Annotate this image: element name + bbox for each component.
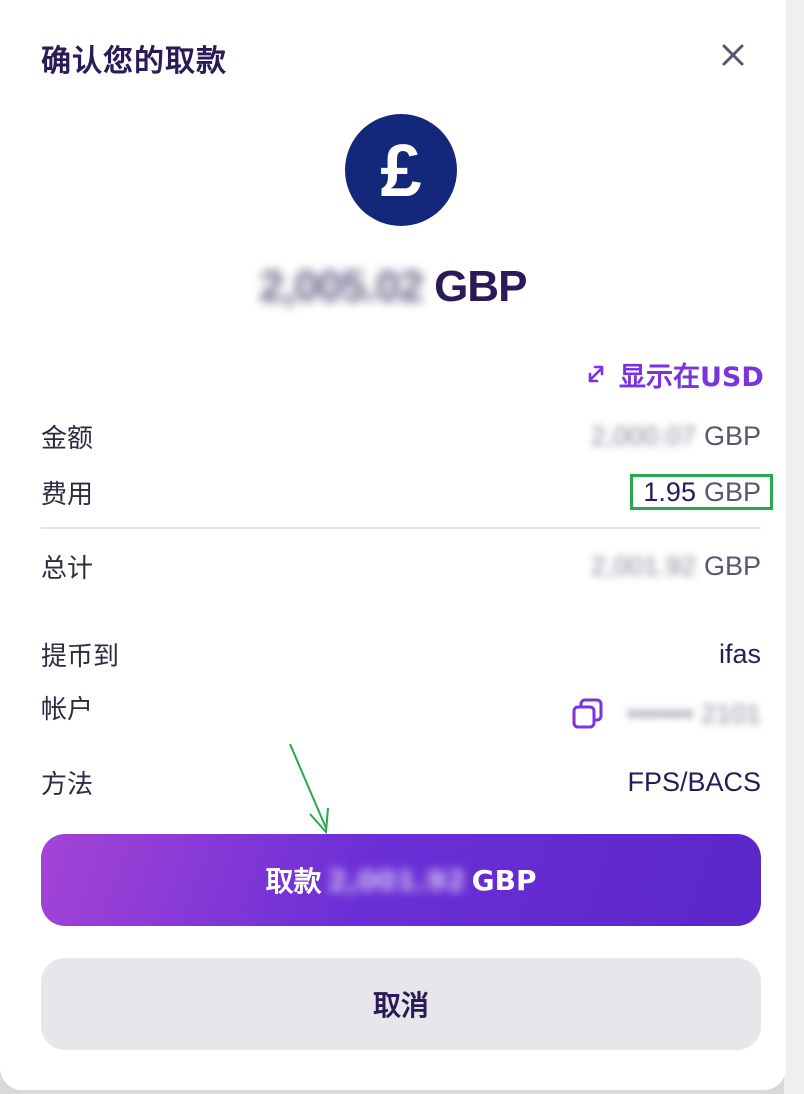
- total-value-currency: GBP: [703, 550, 761, 581]
- account-label: 帐户: [41, 694, 94, 725]
- total-value-redacted: 2,001.92: [590, 550, 696, 581]
- dialog-title: 确认您的取款: [41, 44, 227, 79]
- withdraw-to-value: ifas: [718, 638, 761, 669]
- method-row: 方法 FPS/BACS: [41, 762, 761, 802]
- amount-row: 金额 2,000.07 GBP: [41, 416, 761, 456]
- amount-currency: GBP: [434, 262, 527, 311]
- withdraw-button[interactable]: 取款 2,001.92 GBP: [41, 834, 761, 926]
- close-icon: [722, 44, 744, 66]
- fee-highlight-annotation: [630, 474, 773, 510]
- currency-symbol: £: [380, 129, 422, 212]
- account-value: ••••••• 2101: [627, 698, 761, 729]
- method-label: 方法: [41, 769, 94, 800]
- withdraw-button-currency: GBP: [471, 863, 537, 897]
- copy-icon[interactable]: [571, 697, 605, 731]
- cancel-button-label: 取消: [372, 989, 429, 1022]
- cancel-button[interactable]: 取消: [41, 958, 761, 1050]
- withdraw-button-amount: 2,001.92: [327, 863, 466, 897]
- withdraw-to-row: 提币到 ifas: [41, 634, 761, 674]
- total-row: 总计 2,001.92 GBP: [41, 546, 761, 586]
- total-label: 总计: [41, 553, 94, 584]
- backdrop: [784, 0, 804, 1094]
- annotation-arrow-icon: [289, 743, 329, 835]
- total-value: 2,001.92 GBP: [591, 551, 761, 582]
- amount-label: 金额: [41, 423, 94, 454]
- withdraw-to-label: 提币到: [41, 641, 120, 672]
- amount-value-currency: GBP: [703, 420, 761, 451]
- fee-label: 费用: [41, 479, 94, 510]
- pound-sterling-icon: £: [345, 114, 457, 226]
- amount-redacted: 2,005.02: [259, 262, 424, 311]
- divider: [41, 527, 761, 529]
- withdraw-button-label: 取款: [265, 865, 322, 898]
- show-in-usd-toggle[interactable]: 显示在USD: [583, 356, 764, 393]
- method-value: FPS/BACS: [627, 766, 761, 797]
- swap-arrows-icon: [588, 365, 604, 383]
- account-value-group: ••••••• 2101: [571, 697, 761, 731]
- amount-value-redacted: 2,000.07: [590, 420, 696, 451]
- account-row: 帐户 ••••••• 2101: [41, 694, 761, 734]
- withdraw-amount-display: 2,005.02 GBP: [0, 262, 786, 312]
- amount-value: 2,000.07 GBP: [591, 421, 761, 452]
- toggle-label: 显示在USD: [619, 361, 764, 393]
- withdraw-confirm-dialog: 确认您的取款 £ 2,005.02 GBP 显示在USD 金额 2,000.07…: [0, 0, 786, 1090]
- close-button[interactable]: [716, 38, 750, 72]
